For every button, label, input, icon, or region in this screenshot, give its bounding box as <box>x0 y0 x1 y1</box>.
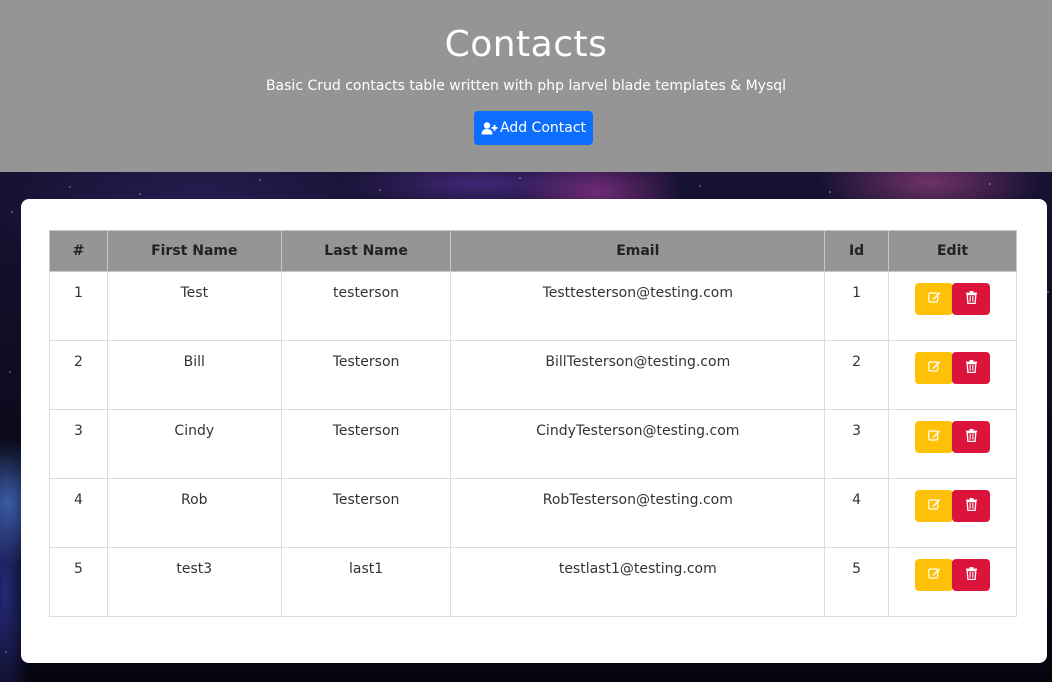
last-name-cell: last1 <box>280 547 452 617</box>
first-name-cell: Cindy <box>106 409 282 479</box>
delete-button[interactable] <box>952 421 991 453</box>
table-header-row: # First Name Last Name Email Id Edit <box>49 230 1017 272</box>
edit-button[interactable] <box>915 490 954 522</box>
page-header: Contacts Basic Crud contacts table writt… <box>0 0 1052 172</box>
edit-button[interactable] <box>915 352 954 384</box>
edit-button[interactable] <box>915 283 954 315</box>
delete-button[interactable] <box>952 490 991 522</box>
column-header-first-name: First Name <box>106 230 282 272</box>
trash-icon <box>965 497 977 515</box>
actions-cell <box>888 340 1017 410</box>
first-name-cell: test3 <box>106 547 282 617</box>
row-number: 3 <box>49 409 108 479</box>
trash-icon <box>965 290 977 308</box>
email-cell: RobTesterson@testing.com <box>450 478 826 548</box>
first-name-cell: Bill <box>106 340 282 410</box>
trash-icon <box>965 359 977 377</box>
actions-cell <box>888 409 1017 479</box>
last-name-cell: testerson <box>280 271 452 341</box>
table-row: 3 Cindy Testerson CindyTesterson@testing… <box>49 409 1017 479</box>
row-number: 1 <box>49 271 108 341</box>
table-row: 5 test3 last1 testlast1@testing.com 5 <box>49 547 1017 617</box>
edit-icon <box>927 567 941 583</box>
column-header-last-name: Last Name <box>280 230 452 272</box>
page-subtitle: Basic Crud contacts table written with p… <box>265 78 787 94</box>
id-cell: 2 <box>824 340 890 410</box>
email-cell: CindyTesterson@testing.com <box>450 409 826 479</box>
id-cell: 1 <box>824 271 890 341</box>
email-cell: testlast1@testing.com <box>450 547 826 617</box>
actions-cell <box>888 478 1017 548</box>
add-contact-button[interactable]: Add Contact <box>474 111 593 145</box>
actions-cell <box>888 547 1017 617</box>
column-header-id: Id <box>824 230 890 272</box>
contacts-card: # First Name Last Name Email Id Edit 1 T… <box>21 199 1047 663</box>
delete-button[interactable] <box>952 283 991 315</box>
id-cell: 5 <box>824 547 890 617</box>
user-plus-icon <box>481 121 498 135</box>
table-row: 2 Bill Testerson BillTesterson@testing.c… <box>49 340 1017 410</box>
contacts-table: # First Name Last Name Email Id Edit 1 T… <box>49 230 1017 617</box>
edit-button[interactable] <box>915 421 954 453</box>
page-title: Contacts <box>444 24 608 65</box>
edit-icon <box>927 429 941 445</box>
table-row: 1 Test testerson Testtesterson@testing.c… <box>49 271 1017 341</box>
edit-icon <box>927 498 941 514</box>
delete-button[interactable] <box>952 559 991 591</box>
row-number: 4 <box>49 478 108 548</box>
edit-icon <box>927 360 941 376</box>
id-cell: 3 <box>824 409 890 479</box>
add-contact-label: Add Contact <box>499 120 587 136</box>
table-row: 4 Rob Testerson RobTesterson@testing.com… <box>49 478 1017 548</box>
column-header-email: Email <box>450 230 826 272</box>
actions-cell <box>888 271 1017 341</box>
column-header-edit: Edit <box>888 230 1017 272</box>
last-name-cell: Testerson <box>280 478 452 548</box>
trash-icon <box>965 428 977 446</box>
column-header-number: # <box>49 230 108 272</box>
email-cell: Testtesterson@testing.com <box>450 271 826 341</box>
email-cell: BillTesterson@testing.com <box>450 340 826 410</box>
first-name-cell: Test <box>106 271 282 341</box>
row-number: 2 <box>49 340 108 410</box>
row-number: 5 <box>49 547 108 617</box>
trash-icon <box>965 566 977 584</box>
edit-icon <box>927 291 941 307</box>
last-name-cell: Testerson <box>280 409 452 479</box>
last-name-cell: Testerson <box>280 340 452 410</box>
edit-button[interactable] <box>915 559 954 591</box>
first-name-cell: Rob <box>106 478 282 548</box>
id-cell: 4 <box>824 478 890 548</box>
delete-button[interactable] <box>952 352 991 384</box>
